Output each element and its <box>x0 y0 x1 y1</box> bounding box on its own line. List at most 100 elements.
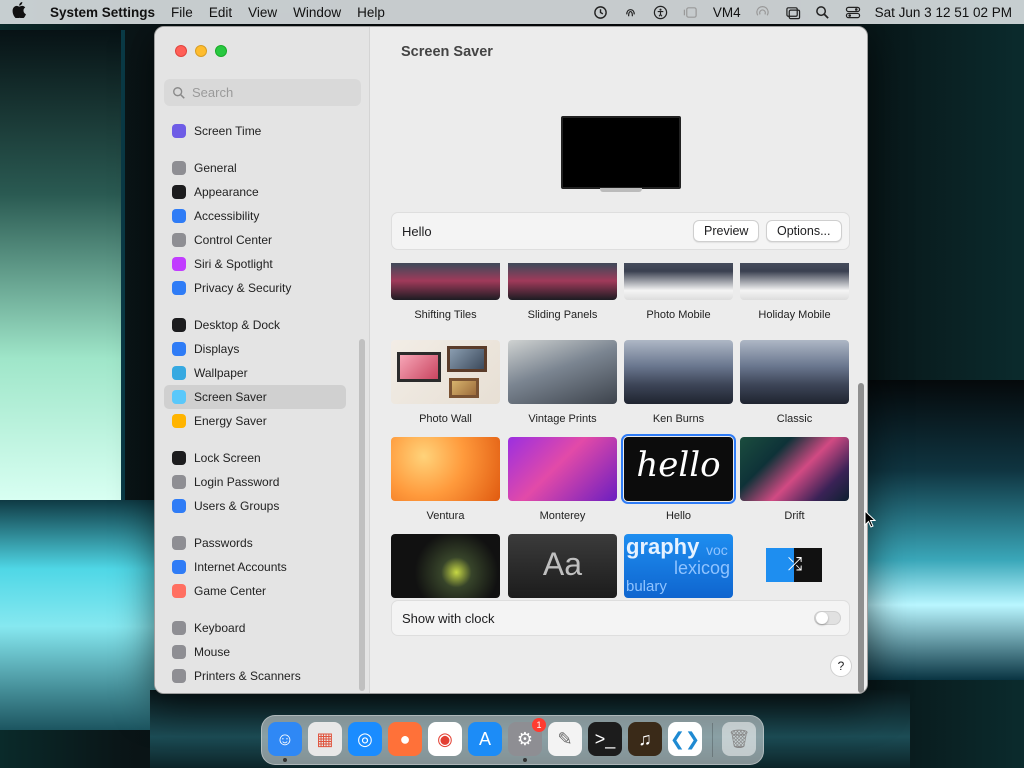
minimize-window-button[interactable] <box>195 45 207 57</box>
printer-icon <box>172 669 186 683</box>
sidebar-item-label: Game Center <box>194 584 267 598</box>
message-thumb-text: Aa <box>542 546 583 582</box>
saver-tile-word-of-the-day[interactable]: graphyvoclexicogbularyWord of the Day <box>624 534 733 607</box>
show-with-clock-toggle[interactable] <box>814 611 841 625</box>
sidebar-item-label: General <box>194 161 237 175</box>
saver-thumbnail <box>508 437 617 501</box>
edit-menu[interactable]: Edit <box>209 5 232 20</box>
options-button[interactable]: Options... <box>766 220 842 242</box>
saver-tile-label: Vintage Prints <box>528 413 597 425</box>
saver-tile-label: Classic <box>776 413 813 425</box>
sidebar-item-mouse[interactable]: Mouse <box>164 640 346 664</box>
control-center-icon[interactable] <box>845 4 861 20</box>
view-menu[interactable]: View <box>248 5 277 20</box>
sidebar-item-lock-screen[interactable]: Lock Screen <box>164 446 346 470</box>
sidebar-item-displays[interactable]: Displays <box>164 337 346 361</box>
sidebar-item-accessibility[interactable]: Accessibility <box>164 204 346 228</box>
sidebar-item-screen-saver[interactable]: Screen Saver <box>164 385 346 409</box>
sidebar-item-appearance[interactable]: Appearance <box>164 180 346 204</box>
preview-button[interactable]: Preview <box>693 220 760 242</box>
saver-tile-ventura[interactable]: Ventura <box>391 437 500 522</box>
sidebar-item-wallpaper[interactable]: Wallpaper <box>164 361 346 385</box>
terminal-icon[interactable]: >_ <box>588 722 622 756</box>
trash-icon[interactable]: 🗑 <box>722 722 756 756</box>
saver-tile-drift[interactable]: Drift <box>740 437 849 522</box>
saver-thumbnail <box>740 263 849 300</box>
main-scrollbar[interactable] <box>858 383 864 693</box>
sidebar-list: Screen Time General Appearance Accessibilit… <box>164 119 346 688</box>
sidebar-scrollbar[interactable] <box>359 339 365 691</box>
file-menu[interactable]: File <box>171 5 193 20</box>
time-machine-icon[interactable] <box>593 4 609 20</box>
at-icon <box>172 560 186 574</box>
finder-icon[interactable]: ☺ <box>268 722 302 756</box>
saver-tile-ken-burns[interactable]: Ken Burns <box>624 340 733 425</box>
sidebar-item-label: Energy Saver <box>194 414 267 428</box>
saver-tile-classic[interactable]: Classic <box>740 340 849 425</box>
sidebar-item-keyboard[interactable]: Keyboard <box>164 616 346 640</box>
dock-separator <box>712 723 713 757</box>
saver-tile-vintage-prints[interactable]: Vintage Prints <box>508 340 617 425</box>
saver-tile-random[interactable]: ⤮Random <box>740 534 849 607</box>
help-button[interactable]: ? <box>830 655 852 677</box>
zoom-window-button[interactable] <box>215 45 227 57</box>
saver-tile-photo-wall[interactable]: Photo Wall <box>391 340 500 425</box>
sidebar-item-users-groups[interactable]: Users & Groups <box>164 494 346 518</box>
sidebar-item-desktop-dock[interactable]: Desktop & Dock <box>164 313 346 337</box>
main-pane: Screen Saver Hello Preview Options... Sh… <box>370 27 867 693</box>
sun-icon <box>172 342 186 356</box>
vscode-icon[interactable]: ❮❯ <box>668 722 702 756</box>
app-name-menu[interactable]: System Settings <box>50 5 155 20</box>
safari-icon[interactable]: ◎ <box>348 722 382 756</box>
window-menu[interactable]: Window <box>293 5 341 20</box>
apple-menu-icon[interactable] <box>12 2 38 22</box>
firefox-icon[interactable]: ● <box>388 722 422 756</box>
hand-icon <box>172 281 186 295</box>
sidebar-item-control-center[interactable]: Control Center <box>164 228 346 252</box>
launchpad-icon[interactable]: ▦ <box>308 722 342 756</box>
fingerprint-icon[interactable] <box>623 4 639 20</box>
app-store-icon[interactable]: A <box>468 722 502 756</box>
window-icon[interactable] <box>785 4 801 20</box>
saver-tile-hello[interactable]: hello Hello <box>621 434 736 522</box>
saver-tile-message[interactable]: AaMessage <box>508 534 617 607</box>
saver-tile-photo-mobile[interactable]: Photo Mobile <box>624 263 733 321</box>
vm-label[interactable]: VM4 <box>713 5 741 20</box>
close-window-button[interactable] <box>175 45 187 57</box>
accessibility-icon[interactable] <box>653 4 669 20</box>
sidebar-item-screen-time[interactable]: Screen Time <box>164 119 346 143</box>
sidebar-item-game-center[interactable]: Game Center <box>164 579 346 603</box>
chrome-icon[interactable]: ◉ <box>428 722 462 756</box>
dock-icon <box>172 318 186 332</box>
saver-tile-shifting-tiles[interactable]: Shifting Tiles <box>391 263 500 321</box>
sidebar-item-privacy-security[interactable]: Privacy & Security <box>164 276 346 300</box>
hourglass-icon <box>172 124 186 138</box>
sidebar-item-label: Desktop & Dock <box>194 318 281 332</box>
help-menu[interactable]: Help <box>357 5 385 20</box>
guitar-icon[interactable]: ♫ <box>628 722 662 756</box>
saver-tile-monterey[interactable]: Monterey <box>508 437 617 522</box>
saver-tile-sliding-panels[interactable]: Sliding Panels <box>508 263 617 321</box>
sidebar-item-login-password[interactable]: Login Password <box>164 470 346 494</box>
saver-tile-label: Monterey <box>539 510 586 522</box>
search-input[interactable]: Search <box>164 79 361 106</box>
sidebar-item-internet-accounts[interactable]: Internet Accounts <box>164 555 346 579</box>
key-icon <box>172 475 186 489</box>
airplay-icon[interactable] <box>755 4 771 20</box>
sidebar-item-passwords[interactable]: Passwords <box>164 531 346 555</box>
saver-thumbnail: ⤮ <box>740 534 849 598</box>
saver-tile-holiday-mobile[interactable]: Holiday Mobile <box>740 263 849 321</box>
users-icon <box>172 499 186 513</box>
sidebar-item-printers-scanners[interactable]: Printers & Scanners <box>164 664 346 688</box>
gear-icon[interactable]: ⚙ 1 <box>508 718 546 756</box>
appearance-icon <box>172 185 186 199</box>
saver-tile-flurry[interactable]: Flurry <box>391 534 500 607</box>
stage-manager-icon[interactable] <box>683 4 699 20</box>
search-icon[interactable] <box>815 4 831 20</box>
textedit-icon[interactable]: ✎ <box>548 722 582 756</box>
menubar-clock[interactable]: Sat Jun 3 12 51 02 PM <box>875 5 1012 20</box>
sidebar-item-energy-saver[interactable]: Energy Saver <box>164 409 346 433</box>
sidebar-item-siri-spotlight[interactable]: Siri & Spotlight <box>164 252 346 276</box>
sidebar-item-general[interactable]: General <box>164 156 346 180</box>
